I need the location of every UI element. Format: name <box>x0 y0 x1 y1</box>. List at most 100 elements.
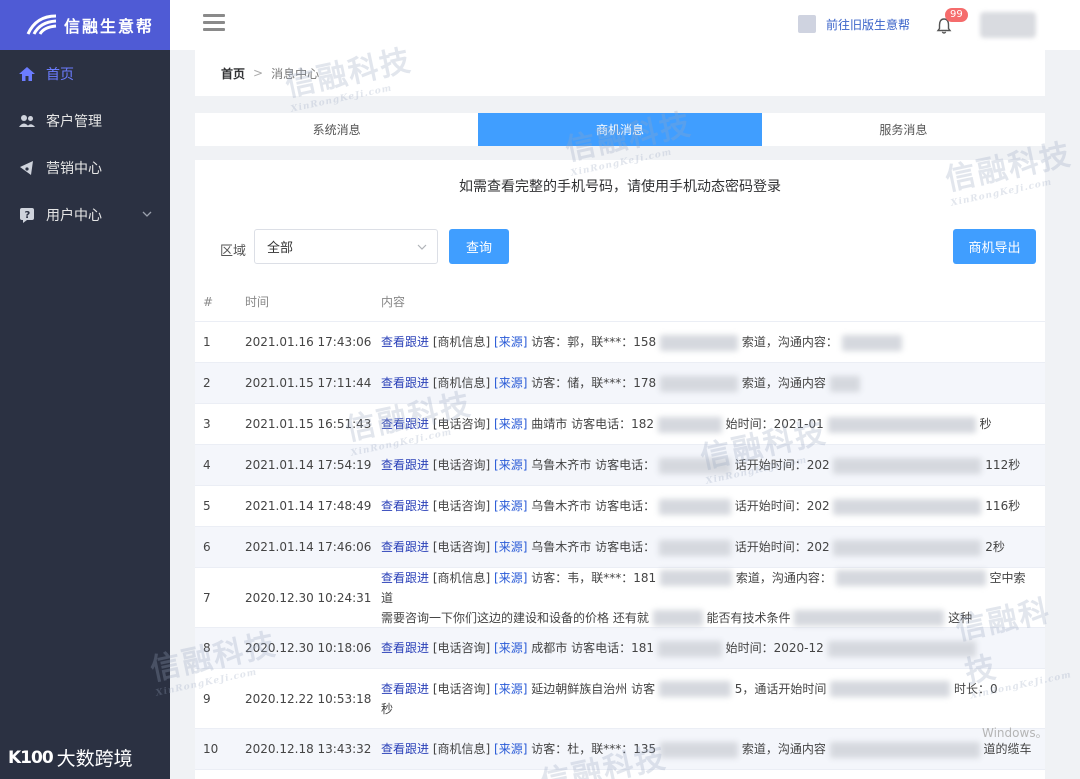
follow-link[interactable]: 查看跟进 <box>381 417 429 431</box>
sidebar-item-label: 首页 <box>46 66 74 83</box>
avatar[interactable] <box>980 12 1036 38</box>
follow-link[interactable]: 查看跟进 <box>381 458 429 472</box>
source-link[interactable]: [来源] <box>494 571 527 585</box>
source-link[interactable]: [来源] <box>494 682 527 696</box>
row-content: 查看跟进 [电话咨询] [来源] 延边朝鲜族自治州 访客 5，通话开始时间 时长… <box>381 679 1045 719</box>
source-link[interactable]: [来源] <box>494 641 527 655</box>
source-link[interactable]: [来源] <box>494 499 527 513</box>
source-link[interactable]: [来源] <box>494 376 527 390</box>
redacted-block <box>841 334 902 351</box>
row-time: 2020.12.30 10:18:06 <box>245 641 372 655</box>
row-tail: 道的缆车 <box>983 742 1032 756</box>
export-button[interactable]: 商机导出 <box>953 229 1036 264</box>
redacted-block <box>835 570 986 586</box>
breadcrumb-home[interactable]: 首页 <box>221 65 245 82</box>
query-button[interactable]: 查询 <box>449 229 509 264</box>
sidebar-item-customers[interactable]: 客户管理 <box>0 97 170 144</box>
breadcrumb-current: 消息中心 <box>271 66 320 81</box>
row-type: [电话咨询] <box>432 681 491 696</box>
follow-link[interactable]: 查看跟进 <box>381 335 429 349</box>
menu-toggle-icon[interactable] <box>203 14 225 34</box>
row-index: 1 <box>203 335 211 349</box>
row-type: [商机信息] <box>432 742 491 756</box>
follow-link[interactable]: 查看跟进 <box>381 540 429 554</box>
sidebar-item-label: 用户中心 <box>46 207 102 224</box>
source-link[interactable]: [来源] <box>494 335 527 349</box>
table-row: 7 2020.12.30 10:24:31 查看跟进 [商机信息] [来源] 访… <box>195 568 1045 628</box>
redacted-block <box>794 610 945 626</box>
row-time: 2021.01.14 17:48:49 <box>245 499 372 513</box>
table-row: 1 2021.01.16 17:43:06 查看跟进 [商机信息] [来源] 访… <box>195 322 1045 363</box>
redacted-block <box>833 498 982 515</box>
breadcrumb: 首页 > 消息中心 <box>195 50 1045 96</box>
redacted-block <box>829 741 980 758</box>
follow-link[interactable]: 查看跟进 <box>381 742 429 756</box>
row-text: 访客：储，联***：178 <box>531 376 657 390</box>
user-center-icon: ? <box>18 206 36 224</box>
tab-system-messages[interactable]: 系统消息 <box>195 113 478 146</box>
row-type: [商机信息] <box>432 376 491 390</box>
redacted-block <box>652 610 703 626</box>
redacted-block <box>833 457 982 474</box>
row-mid: 话开始时间：202 <box>734 499 830 513</box>
source-link[interactable]: [来源] <box>494 540 527 554</box>
row-mid: 始时间：2020-12 <box>725 641 824 655</box>
row-text: 乌鲁木齐市 访客电话： <box>531 499 656 513</box>
brand-name: 信融生意帮 <box>64 17 155 36</box>
table-row: 5 2021.01.14 17:48:49 查看跟进 [电话咨询] [来源] 乌… <box>195 486 1045 527</box>
row-type: [商机信息] <box>432 570 491 585</box>
sidebar-item-home[interactable]: 首页 <box>0 50 170 97</box>
brand-logo-icon <box>26 14 57 35</box>
follow-link[interactable]: 查看跟进 <box>381 682 429 696</box>
row-mid: 话开始时间：202 <box>734 540 830 554</box>
source-link[interactable]: [来源] <box>494 458 527 472</box>
row-mid: 始时间：2021-01 <box>725 417 824 431</box>
row-index: 6 <box>203 540 211 554</box>
row-tail: 116秒 <box>985 499 1021 513</box>
row-line2-tail: 这种 <box>948 610 973 625</box>
old-version-link[interactable]: 前往旧版生意帮 <box>798 15 910 33</box>
row-text: 访客：韦，联***：181 <box>531 570 657 585</box>
breadcrumb-separator: > <box>253 66 264 80</box>
row-tail: 2秒 <box>985 540 1005 554</box>
follow-link[interactable]: 查看跟进 <box>381 571 429 585</box>
row-text: 乌鲁木齐市 访客电话： <box>531 458 656 472</box>
redacted-block <box>657 416 722 433</box>
source-link[interactable]: [来源] <box>494 742 527 756</box>
row-mid: 索道，沟通内容： <box>741 335 838 349</box>
row-content: 查看跟进 [电话咨询] [来源] 乌鲁木齐市 访客电话： 话开始时间：202 2… <box>381 537 1045 557</box>
row-time: 2021.01.14 17:54:19 <box>245 458 372 472</box>
row-content: 查看跟进 [电话咨询] [来源] 曲靖市 访客电话：182 始时间：2021-0… <box>381 414 1045 434</box>
login-notice: 如需查看完整的手机号码，请使用手机动态密码登录 <box>459 179 781 195</box>
row-text: 访客：杜，联***：135 <box>531 742 657 756</box>
row-time: 2020.12.30 10:24:31 <box>245 590 372 605</box>
row-index: 2 <box>203 376 211 390</box>
row-index: 10 <box>203 742 219 756</box>
sidebar-item-marketing[interactable]: 营销中心 <box>0 144 170 191</box>
chevron-down-icon[interactable] <box>142 209 152 219</box>
table-row: 10 2020.12.18 13:43:32 查看跟进 [商机信息] [来源] … <box>195 729 1045 770</box>
chevron-down-icon <box>417 244 427 250</box>
follow-link[interactable]: 查看跟进 <box>381 641 429 655</box>
tab-service-messages[interactable]: 服务消息 <box>762 113 1045 146</box>
row-content: 查看跟进 [电话咨询] [来源] 乌鲁木齐市 访客电话： 话开始时间：202 1… <box>381 455 1045 475</box>
row-content: 查看跟进 [商机信息] [来源] 访客：储，联***：178 索道，沟通内容 <box>381 373 1045 393</box>
footer-logo-text: 大数跨境 <box>56 748 133 770</box>
tab-business-messages[interactable]: 商机消息 <box>478 113 762 146</box>
region-select[interactable]: 全部 <box>254 229 438 264</box>
follow-link[interactable]: 查看跟进 <box>381 499 429 513</box>
main-panel: 如需查看完整的手机号码，请使用手机动态密码登录 区域 全部 查询 商机导出 # … <box>195 160 1045 779</box>
row-line2-mid: 能否有技术条件 <box>706 610 791 625</box>
header-index: # <box>203 294 214 309</box>
marketing-icon <box>18 159 36 177</box>
row-line2: 秒 <box>381 701 394 716</box>
source-link[interactable]: [来源] <box>494 417 527 431</box>
redacted-block <box>830 681 951 697</box>
follow-link[interactable]: 查看跟进 <box>381 376 429 390</box>
row-text: 乌鲁木齐市 访客电话： <box>531 540 656 554</box>
row-tail: 秒 <box>979 417 992 431</box>
row-text: 延边朝鲜族自治州 访客 <box>531 681 656 696</box>
row-text: 成都市 访客电话：181 <box>531 641 654 655</box>
brand-bar[interactable]: 信融生意帮 <box>0 0 170 50</box>
sidebar-item-user-center[interactable]: ? 用户中心 <box>0 191 170 238</box>
